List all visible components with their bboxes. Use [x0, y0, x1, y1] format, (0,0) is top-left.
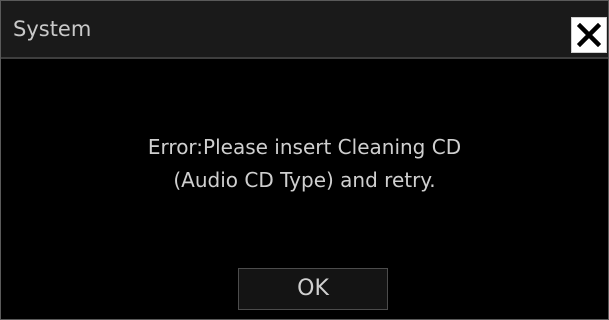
system-dialog: System Error:Please insert Cleaning CD (…: [0, 0, 609, 320]
close-icon: [577, 23, 601, 47]
error-message: Error:Please insert Cleaning CD (Audio C…: [1, 131, 608, 197]
dialog-titlebar: System: [1, 1, 608, 59]
close-button[interactable]: [571, 17, 607, 53]
error-message-line-1: Error:Please insert Cleaning CD: [147, 135, 462, 159]
ok-button[interactable]: OK: [238, 268, 388, 310]
dialog-title: System: [13, 17, 92, 41]
error-message-line-2: (Audio CD Type) and retry.: [173, 168, 436, 192]
